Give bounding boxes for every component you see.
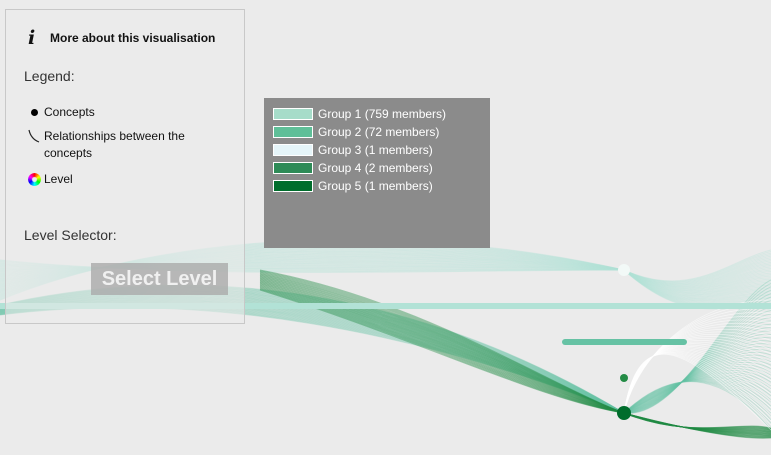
color-wheel-icon xyxy=(27,173,41,186)
group-item-4[interactable]: Group 4 (2 members) xyxy=(273,161,433,175)
concept-node[interactable] xyxy=(618,264,630,276)
dot-icon xyxy=(30,109,38,116)
group-label: Group 5 (1 members) xyxy=(318,179,433,193)
group-swatch xyxy=(273,108,313,120)
about-visualisation-link[interactable]: More about this visualisation xyxy=(50,31,215,45)
concept-node[interactable] xyxy=(617,406,631,420)
group-swatch xyxy=(273,180,313,192)
legend-label: Relationships between the concepts xyxy=(44,129,185,160)
group-legend-box: Group 1 (759 members) Group 2 (72 member… xyxy=(264,98,490,248)
group-item-3[interactable]: Group 3 (1 members) xyxy=(273,143,433,157)
legend-title: Legend: xyxy=(24,68,75,84)
edge-band xyxy=(562,339,687,345)
group-label: Group 4 (2 members) xyxy=(318,161,433,175)
legend-item-relationships: Relationships between the concepts xyxy=(24,128,194,162)
group-label: Group 1 (759 members) xyxy=(318,107,447,121)
legend-label: Concepts xyxy=(44,105,95,119)
info-icon[interactable]: i xyxy=(28,27,44,49)
about-row[interactable]: i More about this visualisation xyxy=(28,27,215,49)
level-selector-title: Level Selector: xyxy=(24,227,117,243)
select-level-button[interactable]: Select Level xyxy=(91,263,228,295)
group-swatch xyxy=(273,162,313,174)
group-swatch xyxy=(273,144,313,156)
group-label: Group 2 (72 members) xyxy=(318,125,440,139)
concept-node[interactable] xyxy=(620,374,628,382)
legend-item-level: Level xyxy=(24,171,194,188)
legend-label: Level xyxy=(44,172,73,186)
info-panel: i More about this visualisation Legend: … xyxy=(5,9,245,324)
group-item-5[interactable]: Group 5 (1 members) xyxy=(273,179,433,193)
legend-item-concepts: Concepts xyxy=(24,104,194,121)
group-item-1[interactable]: Group 1 (759 members) xyxy=(273,107,446,121)
curve-icon xyxy=(28,129,40,143)
group-item-2[interactable]: Group 2 (72 members) xyxy=(273,125,439,139)
group-swatch xyxy=(273,126,313,138)
group-label: Group 3 (1 members) xyxy=(318,143,433,157)
